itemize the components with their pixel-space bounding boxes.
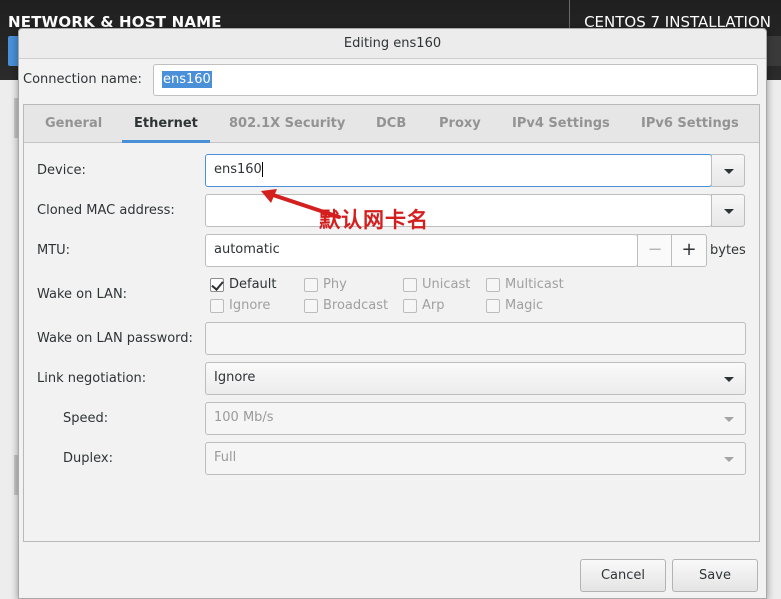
device-label: Device: <box>37 163 86 178</box>
speed-label: Speed: <box>63 411 109 426</box>
checkbox-icon <box>486 278 500 292</box>
wol-unicast-label: Unicast <box>422 277 471 292</box>
duplex-value: Full <box>214 450 237 465</box>
annotation-text: 默认网卡名 <box>319 208 429 232</box>
wol-password-input[interactable] <box>205 322 746 355</box>
device-dropdown-button[interactable] <box>711 154 745 187</box>
cloned-mac-label: Cloned MAC address: <box>37 203 175 218</box>
dialog-title: Editing ens160 <box>19 29 766 59</box>
wol-magic-label: Magic <box>505 298 544 313</box>
connection-name-label: Connection name: <box>23 72 142 87</box>
tab-proxy[interactable]: Proxy <box>439 105 481 143</box>
mtu-unit-label: bytes <box>710 243 746 258</box>
wol-ignore-label: Ignore <box>229 298 271 313</box>
wol-arp-label: Arp <box>422 298 445 313</box>
tab-general[interactable]: General <box>45 105 102 143</box>
checkbox-checked-icon <box>210 278 224 292</box>
chevron-down-icon <box>724 377 734 382</box>
speed-value: 100 Mb/s <box>214 410 274 425</box>
chevron-down-icon <box>724 209 734 214</box>
save-button[interactable]: Save <box>672 559 758 592</box>
chevron-down-icon <box>724 417 734 422</box>
chevron-down-icon <box>724 457 734 462</box>
device-combo-entry[interactable]: ens160 <box>205 154 712 187</box>
mtu-increment-button[interactable]: + <box>671 234 707 267</box>
link-negotiation-value: Ignore <box>214 370 256 385</box>
checkbox-icon <box>403 299 417 313</box>
chevron-down-icon <box>724 169 734 174</box>
checkbox-icon <box>403 278 417 292</box>
mtu-decrement-button[interactable]: − <box>637 234 673 267</box>
link-negotiation-label: Link negotiation: <box>37 371 147 386</box>
wol-multicast-label: Multicast <box>505 277 564 292</box>
link-negotiation-select[interactable]: Ignore <box>205 362 746 395</box>
tab-bar: General Ethernet 802.1X Security DCB Pro… <box>24 105 759 143</box>
edit-connection-dialog: Editing ens160 Connection name: ens160 G… <box>18 28 767 599</box>
cancel-button[interactable]: Cancel <box>580 559 666 592</box>
duplex-select[interactable]: Full <box>205 442 746 475</box>
cloned-mac-dropdown-button[interactable] <box>711 194 745 227</box>
tab-dcb[interactable]: DCB <box>376 105 406 143</box>
tab-8021x-security[interactable]: 802.1X Security <box>229 105 345 143</box>
wol-password-label: Wake on LAN password: <box>37 331 193 346</box>
duplex-label: Duplex: <box>63 451 113 466</box>
checkbox-icon <box>304 278 318 292</box>
checkbox-icon <box>304 299 318 313</box>
tab-ethernet[interactable]: Ethernet <box>122 105 210 143</box>
connection-name-value: ens160 <box>162 71 212 88</box>
settings-notebook: General Ethernet 802.1X Security DCB Pro… <box>23 104 760 542</box>
tab-ipv6-settings[interactable]: IPv6 Settings <box>641 105 739 143</box>
wake-on-lan-label: Wake on LAN: <box>37 287 128 302</box>
checkbox-icon <box>486 299 500 313</box>
mtu-input[interactable]: automatic <box>205 234 638 267</box>
wol-phy-label: Phy <box>323 277 347 292</box>
device-value: ens160 <box>214 162 262 177</box>
checkbox-icon <box>210 299 224 313</box>
speed-select[interactable]: 100 Mb/s <box>205 402 746 435</box>
mtu-label: MTU: <box>37 243 71 258</box>
header-divider <box>569 0 570 30</box>
tab-ipv4-settings[interactable]: IPv4 Settings <box>512 105 610 143</box>
connection-name-input[interactable]: ens160 <box>153 64 758 96</box>
wol-broadcast-label: Broadcast <box>323 298 389 313</box>
wol-default-label: Default <box>229 277 277 292</box>
